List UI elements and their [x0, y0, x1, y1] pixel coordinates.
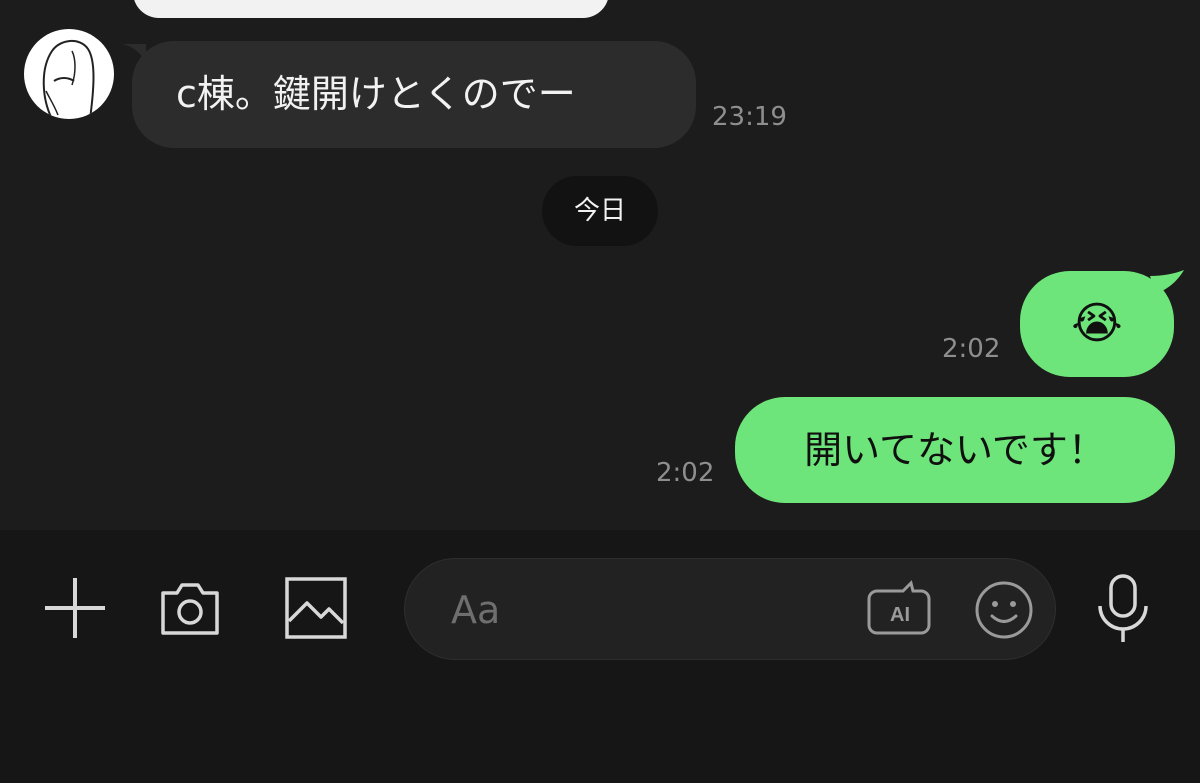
message-input-container[interactable]: AI — [404, 558, 1056, 660]
outgoing-message-bubble[interactable]: 😭 — [1020, 271, 1174, 377]
outgoing-message-time: 2:02 — [656, 458, 715, 488]
date-separator: 今日 — [542, 176, 658, 246]
ai-icon-label: AI — [890, 604, 910, 626]
outgoing-message-bubble[interactable]: 開いてないです！ — [735, 397, 1175, 503]
image-icon[interactable] — [283, 575, 349, 641]
ai-icon[interactable]: AI — [867, 577, 933, 643]
outgoing-message-time: 2:02 — [942, 334, 1001, 364]
message-composer: AI — [0, 530, 1200, 783]
incoming-message-time: 23:19 — [712, 102, 787, 132]
avatar-drawing-icon — [42, 40, 95, 119]
contact-avatar[interactable] — [24, 29, 114, 119]
camera-icon[interactable] — [157, 575, 223, 641]
plus-icon[interactable] — [42, 575, 108, 641]
emoji-icon[interactable] — [973, 579, 1035, 641]
message-input[interactable] — [449, 581, 853, 639]
microphone-icon[interactable] — [1090, 572, 1156, 648]
previous-message-bubble[interactable] — [133, 0, 609, 18]
incoming-message-bubble[interactable]: c棟。鍵開けとくのでー — [132, 41, 696, 148]
chat-area[interactable]: c棟。鍵開けとくのでー 23:19 今日 😭 2:02 開いてないです！ 2:0… — [0, 0, 1200, 530]
